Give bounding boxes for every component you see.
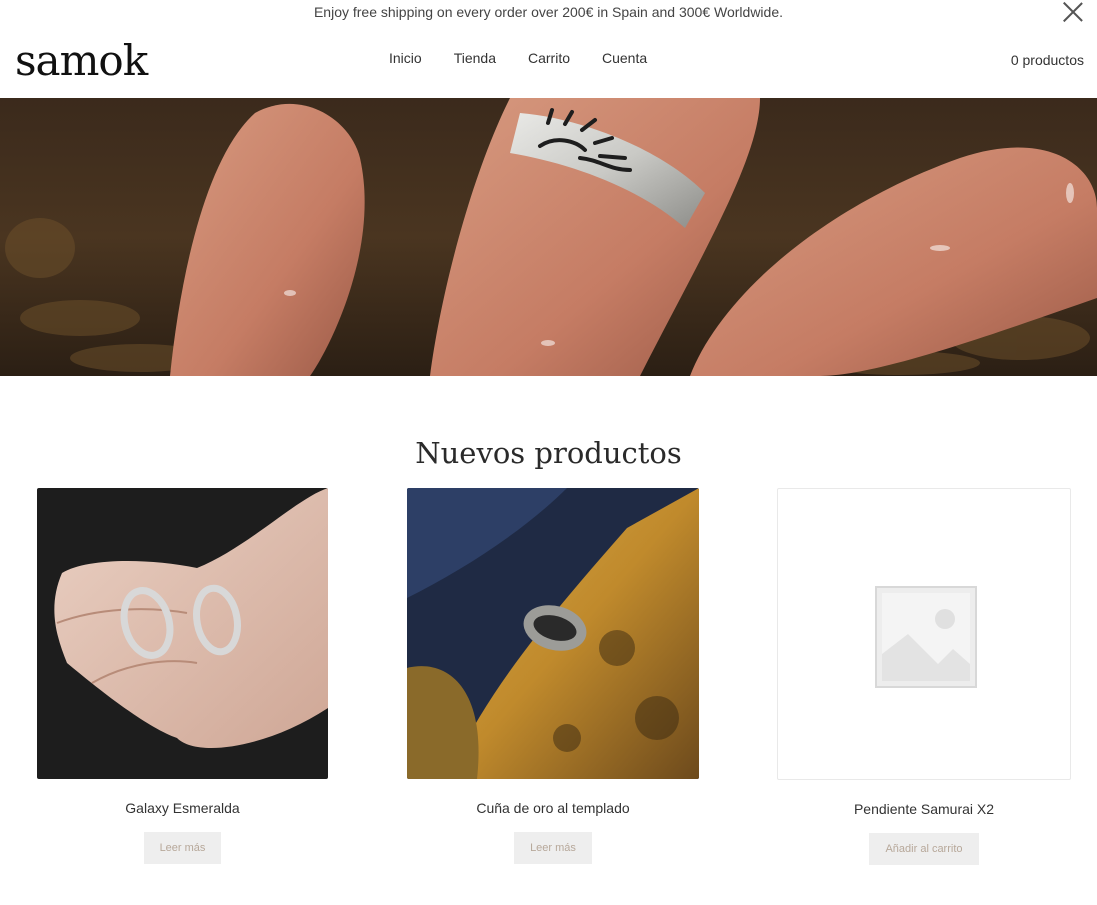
earrings-in-hand-photo <box>37 488 328 779</box>
read-more-button[interactable]: Leer más <box>143 832 222 864</box>
nav-inicio[interactable]: Inicio <box>389 50 422 66</box>
main-nav: Inicio Tienda Carrito Cuenta <box>389 50 647 66</box>
hero-photo-ring-on-finger <box>0 98 1097 376</box>
product-name[interactable]: Pendiente Samurai X2 <box>777 800 1071 818</box>
product-image[interactable] <box>37 488 328 779</box>
product-card: Galaxy Esmeralda Leer más <box>37 488 328 864</box>
product-card: Cuña de oro al templado Leer más <box>407 488 699 864</box>
product-card: Pendiente Samurai X2 Añadir al carrito <box>777 488 1071 865</box>
product-image-placeholder[interactable] <box>777 488 1071 780</box>
close-icon[interactable] <box>1063 2 1083 22</box>
product-image[interactable] <box>407 488 699 779</box>
image-placeholder-icon <box>875 586 977 688</box>
cart-count-link[interactable]: 0 productos <box>1011 52 1084 68</box>
nav-cuenta[interactable]: Cuenta <box>602 50 647 66</box>
nav-tienda[interactable]: Tienda <box>454 50 496 66</box>
product-name[interactable]: Cuña de oro al templado <box>407 799 699 817</box>
add-to-cart-button[interactable]: Añadir al carrito <box>869 833 979 865</box>
product-name[interactable]: Galaxy Esmeralda <box>37 799 328 817</box>
section-title: Nuevos productos <box>415 436 682 470</box>
read-more-button[interactable]: Leer más <box>514 832 592 864</box>
logo[interactable]: samok <box>15 36 148 86</box>
announcement-text: Enjoy free shipping on every order over … <box>313 4 784 20</box>
hero-image <box>0 98 1097 376</box>
announcement-bar: Enjoy free shipping on every order over … <box>0 0 1097 24</box>
ring-on-rock-photo <box>407 488 699 779</box>
nav-carrito[interactable]: Carrito <box>528 50 570 66</box>
